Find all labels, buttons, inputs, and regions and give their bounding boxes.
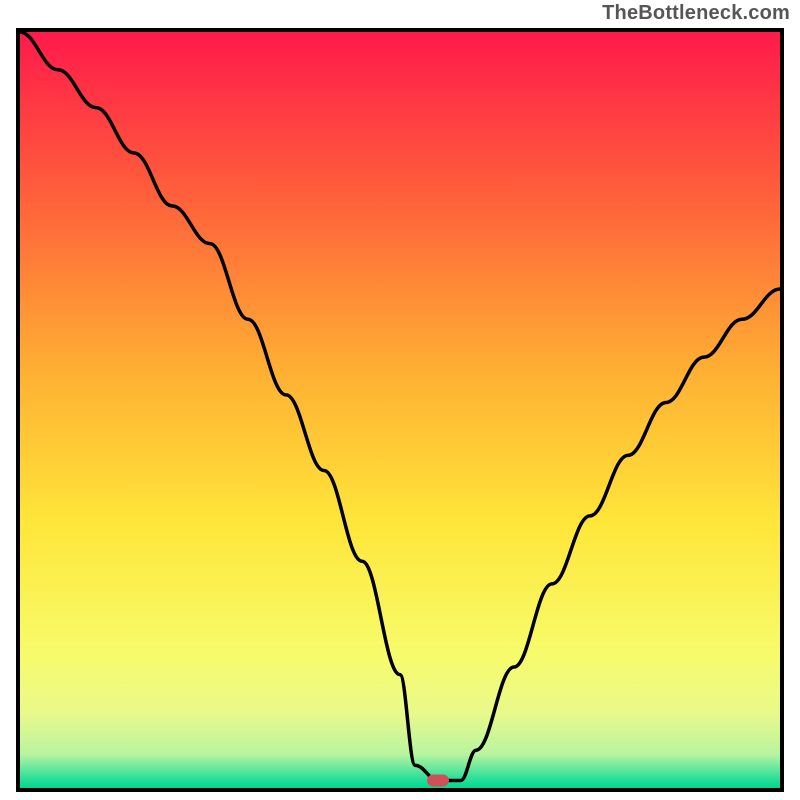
chart-container: TheBottleneck.com	[0, 0, 800, 800]
minimum-marker	[427, 774, 449, 786]
plot-svg	[20, 32, 780, 788]
attribution-text: TheBottleneck.com	[602, 2, 790, 25]
plot-frame	[16, 28, 784, 792]
